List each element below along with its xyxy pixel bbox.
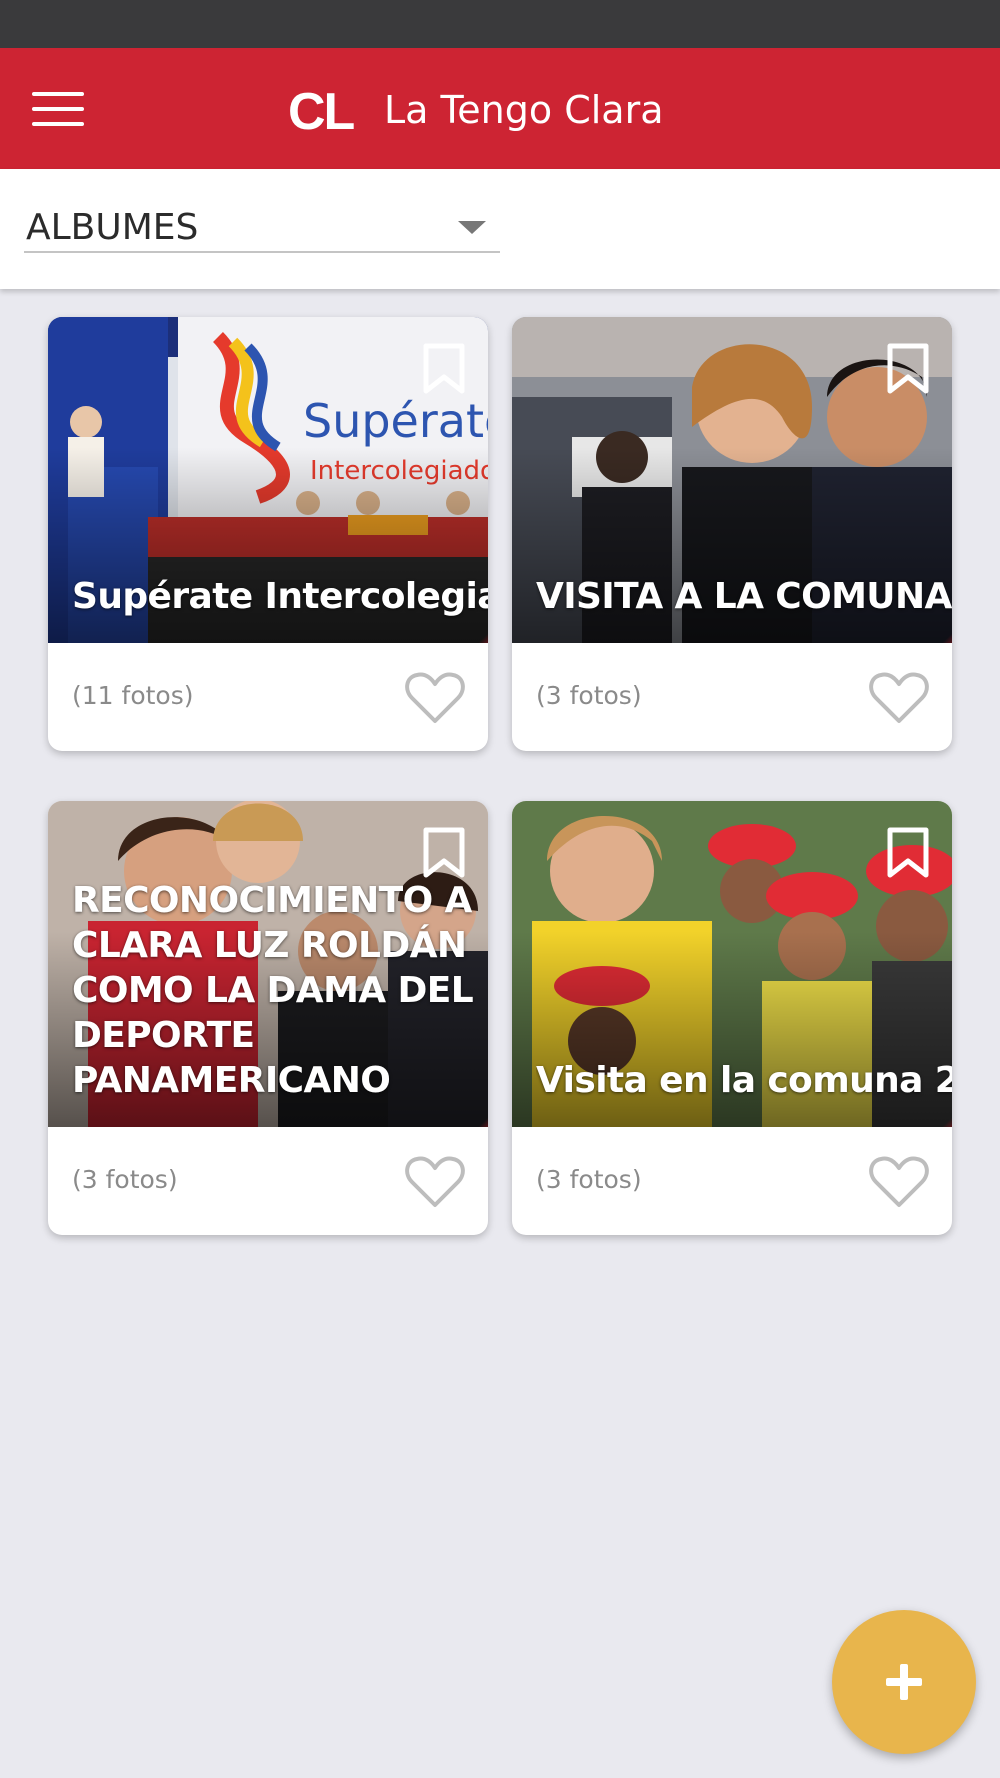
album-card-footer: (3 fotos) — [48, 1127, 488, 1235]
album-cover-image[interactable]: RECONOCIMIENTO A CLARA LUZ ROLDÁN COMO L… — [48, 801, 488, 1127]
album-cover-image[interactable]: Visita en la comuna 20 — [512, 801, 952, 1127]
album-title: Visita en la comuna 20 — [536, 1060, 952, 1101]
album-title: Supérate Intercolegiados — [72, 576, 488, 617]
bookmark-icon[interactable] — [422, 343, 466, 395]
album-cover-image[interactable]: Supérate Intercolegiados Supérate Interc… — [48, 317, 488, 643]
app-title: La Tengo Clara — [384, 88, 664, 132]
category-dropdown[interactable]: ALBUMES — [24, 201, 500, 253]
album-card[interactable]: RECONOCIMIENTO A CLARA LUZ ROLDÁN COMO L… — [48, 801, 488, 1235]
menu-icon[interactable] — [30, 90, 86, 130]
photo-count: (3 fotos) — [72, 1165, 178, 1194]
app-bar: CL La Tengo Clara — [0, 48, 1000, 169]
add-button[interactable] — [832, 1610, 976, 1754]
dropdown-selected-value: ALBUMES — [26, 207, 199, 248]
album-title: VISITA A LA COMUNA 1 — [536, 576, 952, 617]
filter-bar: ALBUMES — [0, 169, 1000, 289]
album-card-footer: (11 fotos) — [48, 643, 488, 751]
bookmark-icon[interactable] — [886, 827, 930, 879]
album-card-footer: (3 fotos) — [512, 643, 952, 751]
bookmark-icon[interactable] — [422, 827, 466, 879]
caret-down-icon — [458, 221, 486, 234]
album-cover-image[interactable]: VISITA A LA COMUNA 1 — [512, 317, 952, 643]
heart-outline-icon[interactable] — [868, 1155, 930, 1209]
photo-count: (11 fotos) — [72, 681, 194, 710]
heart-outline-icon[interactable] — [868, 671, 930, 725]
album-card[interactable]: Visita en la comuna 20 (3 fotos) — [512, 801, 952, 1235]
album-card[interactable]: VISITA A LA COMUNA 1 (3 fotos) — [512, 317, 952, 751]
album-card-footer: (3 fotos) — [512, 1127, 952, 1235]
photo-count: (3 fotos) — [536, 681, 642, 710]
album-title: RECONOCIMIENTO A CLARA LUZ ROLDÁN COMO L… — [72, 880, 474, 1101]
heart-outline-icon[interactable] — [404, 1155, 466, 1209]
app-logo: CL — [288, 83, 355, 141]
album-card[interactable]: Supérate Intercolegiados Supérate Interc… — [48, 317, 488, 751]
status-bar — [0, 0, 1000, 48]
heart-outline-icon[interactable] — [404, 671, 466, 725]
bookmark-icon[interactable] — [886, 343, 930, 395]
photo-count: (3 fotos) — [536, 1165, 642, 1194]
